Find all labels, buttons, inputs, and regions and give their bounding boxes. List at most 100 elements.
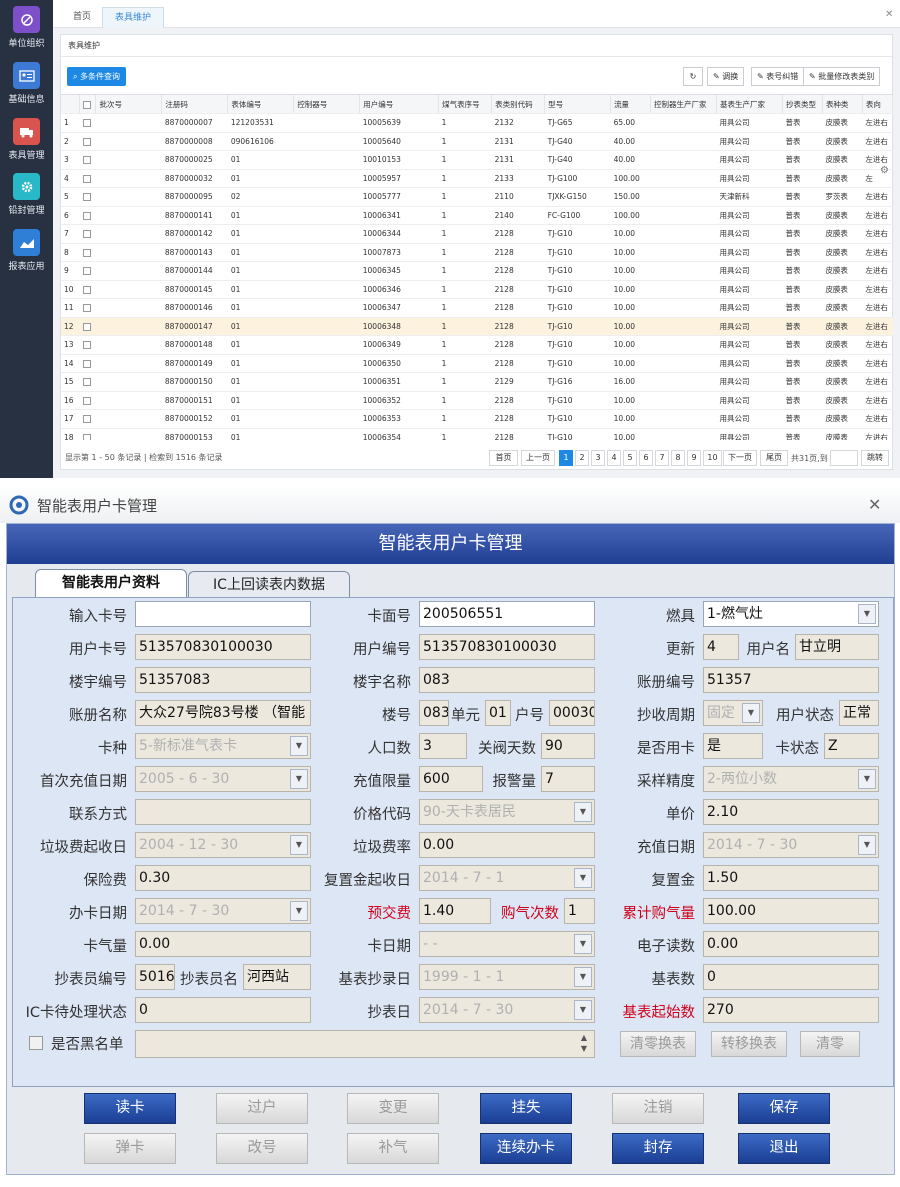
table-row[interactable]: 11 8870000146 01 10006347 1 2128 TJ-G10 10.00 用具… bbox=[61, 298, 893, 318]
row-checkbox[interactable] bbox=[79, 354, 96, 373]
side-button-1[interactable]: 转移换表 bbox=[711, 1031, 787, 1057]
field-input_card[interactable] bbox=[135, 601, 311, 627]
field-reset_fee[interactable]: 1.50 bbox=[703, 865, 879, 891]
field-prepay[interactable]: 1.40 bbox=[419, 898, 491, 924]
checkbox[interactable] bbox=[82, 378, 91, 387]
action-button-1[interactable]: 过户 bbox=[216, 1093, 308, 1124]
sidebar-item-seal[interactable]: 铅封管理 bbox=[0, 173, 53, 216]
field-base_start[interactable]: 270 bbox=[703, 997, 879, 1023]
row-checkbox[interactable] bbox=[79, 132, 96, 151]
prev-page-button[interactable]: 上一页 bbox=[521, 450, 555, 466]
select-all-checkbox[interactable] bbox=[83, 100, 92, 109]
field-contact[interactable] bbox=[135, 799, 311, 825]
field-user_no[interactable]: 513570830100030 bbox=[419, 634, 595, 660]
next-page-button[interactable]: 下一页 bbox=[723, 450, 757, 466]
table-row[interactable]: 13 8870000148 01 10006349 1 2128 TJ-G10 10.00 用具… bbox=[61, 335, 893, 355]
field-book_name[interactable]: 大众27号院83号楼 （智能 bbox=[135, 700, 311, 726]
tab-home[interactable]: 首页 bbox=[61, 7, 103, 28]
checkbox[interactable] bbox=[82, 211, 91, 220]
close-icon[interactable]: ✕ bbox=[868, 495, 881, 514]
field-base_reading[interactable]: 0 bbox=[703, 964, 879, 990]
chevron-down-icon[interactable]: ▼ bbox=[290, 835, 308, 855]
action-button-row2-5[interactable]: 退出 bbox=[738, 1133, 830, 1164]
expand-icon[interactable]: ✕ bbox=[885, 9, 893, 20]
table-row[interactable]: 9 8870000144 01 10006345 1 2128 TJ-G10 10.00 用具公… bbox=[61, 261, 893, 281]
table-row[interactable]: 2 8870000008 090616106 10005640 1 2131 TJ-G40 4… bbox=[61, 132, 893, 151]
row-checkbox[interactable] bbox=[79, 280, 96, 299]
page-button[interactable]: 3 bbox=[591, 450, 605, 466]
chevron-down-icon[interactable]: ▼ bbox=[290, 769, 308, 789]
go-button[interactable]: 跳转 bbox=[861, 450, 889, 466]
batch-edit-button[interactable]: ✎ 批量修改表类别 bbox=[803, 67, 881, 86]
field-insurance[interactable]: 0.30 bbox=[135, 865, 311, 891]
table-row[interactable]: 12 8870000147 01 10006348 1 2128 TJ-G10 10.00 用具… bbox=[61, 317, 893, 336]
field-base_read_date[interactable]: 1999 - 1 - 1 ▼ bbox=[419, 964, 595, 990]
page-button[interactable]: 9 bbox=[687, 450, 701, 466]
checkbox[interactable] bbox=[82, 119, 91, 128]
meter-correct-button[interactable]: ✎ 表号纠错 bbox=[751, 67, 805, 86]
field-is_use[interactable]: 是 bbox=[703, 733, 763, 759]
checkbox[interactable] bbox=[82, 174, 91, 183]
field-reader_no[interactable]: 5016 bbox=[135, 964, 175, 990]
field-garbage_start[interactable]: 2004 - 12 - 30 ▼ bbox=[135, 832, 311, 858]
checkbox[interactable] bbox=[82, 396, 91, 405]
row-checkbox[interactable] bbox=[79, 391, 96, 410]
sidebar-item-org[interactable]: 单位组织 bbox=[0, 6, 53, 49]
page-button[interactable]: 8 bbox=[671, 450, 685, 466]
blacklist-checkbox[interactable] bbox=[29, 1036, 43, 1050]
field-ic_pending[interactable]: 0 bbox=[135, 997, 311, 1023]
action-button-row2-4[interactable]: 封存 bbox=[612, 1133, 704, 1164]
action-button-row2-2[interactable]: 补气 bbox=[347, 1133, 439, 1164]
row-checkbox[interactable] bbox=[79, 298, 96, 318]
spin-icon[interactable]: ▲ ▼ bbox=[576, 1032, 592, 1056]
checkbox[interactable] bbox=[82, 248, 91, 257]
chevron-down-icon[interactable]: ▼ bbox=[574, 802, 592, 822]
table-row[interactable]: 14 8870000149 01 10006350 1 2128 TJ-G10 10.00 用具… bbox=[61, 354, 893, 373]
row-checkbox[interactable] bbox=[79, 113, 96, 133]
field-update[interactable]: 4 bbox=[703, 634, 739, 660]
multi-query-button[interactable]: ⌕ 多条件查询 bbox=[67, 67, 127, 86]
settings-icon[interactable]: ⚙ bbox=[880, 165, 889, 176]
row-checkbox[interactable] bbox=[79, 187, 96, 207]
chevron-down-icon[interactable]: ▼ bbox=[574, 868, 592, 888]
chevron-down-icon[interactable]: ▼ bbox=[574, 934, 592, 954]
checkbox[interactable] bbox=[82, 193, 91, 202]
table-row[interactable]: 5 8870000095 02 10005777 1 2110 TJXK-G150 150.0… bbox=[61, 187, 893, 207]
action-button-0[interactable]: 读卡 bbox=[84, 1093, 176, 1124]
table-row[interactable]: 7 8870000142 01 10006344 1 2128 TJ-G10 10.00 用具公… bbox=[61, 224, 893, 244]
field-user_name[interactable]: 甘立明 bbox=[795, 634, 879, 660]
checkbox[interactable] bbox=[82, 137, 91, 146]
field-user_card[interactable]: 513570830100030 bbox=[135, 634, 311, 660]
checkbox[interactable] bbox=[82, 156, 91, 165]
action-button-4[interactable]: 注销 bbox=[612, 1093, 704, 1124]
field-hu[interactable]: 00030 bbox=[549, 700, 595, 726]
chevron-down-icon[interactable]: ▼ bbox=[858, 835, 876, 855]
chevron-down-icon[interactable]: ▼ bbox=[858, 769, 876, 789]
row-checkbox[interactable] bbox=[79, 150, 96, 170]
field-e_reading[interactable]: 0.00 bbox=[703, 931, 879, 957]
field-precision[interactable]: 2-两位小数 ▼ bbox=[703, 766, 879, 792]
checkbox[interactable] bbox=[82, 433, 91, 440]
row-checkbox[interactable] bbox=[79, 428, 96, 440]
row-checkbox[interactable] bbox=[79, 335, 96, 355]
field-price_code[interactable]: 90-天卡表居民 ▼ bbox=[419, 799, 595, 825]
chevron-down-icon[interactable]: ▼ bbox=[290, 901, 308, 921]
field-charge_limit[interactable]: 600 bbox=[419, 766, 483, 792]
blacklist-note-field[interactable]: ▲ ▼ bbox=[135, 1030, 595, 1058]
column-header[interactable] bbox=[79, 95, 97, 114]
table-row[interactable]: 18 8870000153 01 10006354 1 2128 TJ-G10 10.00 用具… bbox=[61, 428, 893, 440]
chevron-down-icon[interactable]: ▼ bbox=[858, 604, 876, 624]
table-row[interactable]: 8 8870000143 01 10007873 1 2128 TJ-G10 10.00 用具公… bbox=[61, 243, 893, 262]
checkbox[interactable] bbox=[82, 341, 91, 350]
action-button-3[interactable]: 挂失 bbox=[480, 1093, 572, 1124]
checkbox[interactable] bbox=[82, 230, 91, 239]
checkbox[interactable] bbox=[82, 267, 91, 276]
table-row[interactable]: 3 8870000025 01 10010153 1 2131 TJ-G40 40.00 用具公… bbox=[61, 150, 893, 170]
field-card_date[interactable]: 2014 - 7 - 30 ▼ bbox=[135, 898, 311, 924]
table-row[interactable]: 17 8870000152 01 10006353 1 2128 TJ-G10 10.00 用具… bbox=[61, 409, 893, 429]
field-lou[interactable]: 083 bbox=[419, 700, 449, 726]
row-checkbox[interactable] bbox=[79, 372, 96, 392]
chevron-down-icon[interactable]: ▼ bbox=[742, 703, 760, 723]
tab-user-info[interactable]: 智能表用户资料 bbox=[35, 569, 187, 597]
tab-meter-maintain[interactable]: 表具维护 bbox=[102, 7, 165, 28]
